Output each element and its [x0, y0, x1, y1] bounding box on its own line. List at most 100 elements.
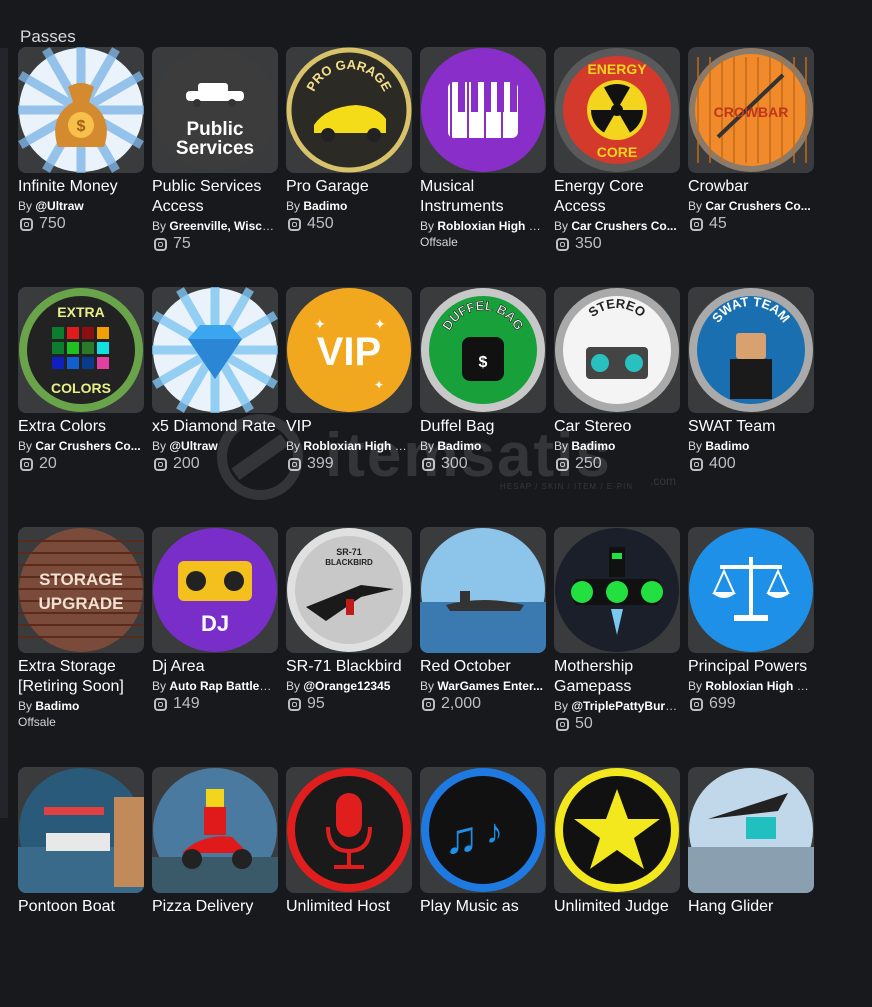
pass-thumbnail[interactable]: Public Services — [152, 47, 278, 173]
pass-creator[interactable]: Badimo — [303, 199, 347, 213]
pass-thumbnail[interactable]: CROWBAR — [688, 47, 814, 173]
pass-card[interactable]: Unlimited Judge — [554, 767, 680, 1007]
pass-card[interactable]: Musical Instruments By Robloxian High S.… — [420, 47, 546, 287]
pass-name[interactable]: Play Music as — [420, 897, 546, 917]
pass-thumbnail[interactable]: EXTRA COLORS — [18, 287, 144, 413]
pass-price: 95 — [286, 694, 412, 714]
pass-thumbnail[interactable] — [286, 767, 412, 893]
pass-creator[interactable]: Badimo — [35, 699, 79, 713]
pass-card[interactable]: EXTRA COLORS Extra Colors By Car Crusher… — [18, 287, 144, 527]
star-icon — [555, 768, 679, 892]
pass-card[interactable]: Pontoon Boat — [18, 767, 144, 1007]
pass-name[interactable]: Energy Core Access — [554, 177, 680, 217]
pass-thumbnail[interactable] — [152, 767, 278, 893]
pass-creator[interactable]: Car Crushers Co... — [571, 219, 676, 233]
pass-card[interactable]: Public Services Public Services Access B… — [152, 47, 278, 287]
pass-name[interactable]: Principal Powers — [688, 657, 814, 677]
pass-creator[interactable]: Auto Rap Battles ... — [169, 679, 278, 693]
pass-card[interactable]: $ Infinite Money By @Ultraw 750 — [18, 47, 144, 287]
pass-card[interactable]: SWAT TEAM SWAT Team By Badimo 400 — [688, 287, 814, 527]
pass-creator[interactable]: Robloxian High S... — [705, 679, 814, 693]
pass-name[interactable]: Hang Glider — [688, 897, 814, 917]
pass-name[interactable]: Extra Colors — [18, 417, 144, 437]
pass-thumbnail[interactable]: $ — [18, 47, 144, 173]
pass-name[interactable]: Dj Area — [152, 657, 278, 677]
pass-card[interactable]: Red October By WarGames Enter... 2,000 — [420, 527, 546, 767]
pass-creator[interactable]: Badimo — [705, 439, 749, 453]
pass-creator[interactable]: Badimo — [437, 439, 481, 453]
pass-card[interactable]: Pizza Delivery — [152, 767, 278, 1007]
pass-thumbnail[interactable] — [554, 527, 680, 653]
pass-creator[interactable]: Greenville, Wisco... — [169, 219, 278, 233]
pass-card[interactable]: CROWBAR Crowbar By Car Crushers Co... 45 — [688, 47, 814, 287]
pass-name[interactable]: Pro Garage — [286, 177, 412, 197]
pass-name[interactable]: Public Services Access — [152, 177, 278, 217]
pass-name[interactable]: Infinite Money — [18, 177, 144, 197]
pass-creator[interactable]: @Ultraw — [169, 439, 217, 453]
pass-creator[interactable]: Badimo — [571, 439, 615, 453]
pass-card[interactable]: VIP ✦ ✦ ✦ VIP By Robloxian High S... 399 — [286, 287, 412, 527]
pass-name[interactable]: Extra Storage [Retiring Soon] — [18, 657, 144, 697]
pass-creator[interactable]: WarGames Enter... — [437, 679, 543, 693]
pass-card[interactable]: Unlimited Host — [286, 767, 412, 1007]
pass-thumbnail[interactable] — [554, 767, 680, 893]
pass-thumbnail[interactable]: DUFFEL BAG $ — [420, 287, 546, 413]
pass-thumbnail[interactable] — [688, 527, 814, 653]
pass-name[interactable]: SWAT Team — [688, 417, 814, 437]
svg-text:CORE: CORE — [597, 144, 637, 160]
pass-creator-line: By Car Crushers Co... — [688, 198, 814, 214]
pass-creator[interactable]: Robloxian High S... — [303, 439, 412, 453]
pass-name[interactable]: SR-71 Blackbird — [286, 657, 412, 677]
pass-card[interactable]: STORAGE UPGRADE Extra Storage [Retiring … — [18, 527, 144, 767]
pass-name[interactable]: Red October — [420, 657, 546, 677]
pass-name[interactable]: VIP — [286, 417, 412, 437]
pass-thumbnail[interactable]: ENERGY CORE — [554, 47, 680, 173]
pass-card[interactable]: DUFFEL BAG $ Duffel Bag By Badimo 300 — [420, 287, 546, 527]
pass-thumbnail[interactable]: VIP ✦ ✦ ✦ — [286, 287, 412, 413]
pass-thumbnail[interactable]: ♫ ♪ — [420, 767, 546, 893]
pass-name[interactable]: Unlimited Judge — [554, 897, 680, 917]
pass-card[interactable]: Hang Glider — [688, 767, 814, 1007]
pass-thumbnail[interactable] — [18, 767, 144, 893]
pass-card[interactable]: SR-71 BLACKBIRD SR-71 Blackbird By @Oran… — [286, 527, 412, 767]
pass-thumbnail[interactable]: SWAT TEAM — [688, 287, 814, 413]
svg-text:ENERGY: ENERGY — [587, 61, 647, 77]
pass-thumbnail[interactable] — [420, 47, 546, 173]
pass-name[interactable]: Pontoon Boat — [18, 897, 144, 917]
pass-creator[interactable]: @Orange12345 — [303, 679, 390, 693]
pass-card[interactable]: Mothership Gamepass By @TriplePattyBurg.… — [554, 527, 680, 767]
pass-card[interactable]: x5 Diamond Rate By @Ultraw 200 — [152, 287, 278, 527]
pass-creator[interactable]: @Ultraw — [35, 199, 83, 213]
pass-thumbnail[interactable]: PRO GARAGE — [286, 47, 412, 173]
pass-name[interactable]: x5 Diamond Rate — [152, 417, 278, 437]
pass-thumbnail[interactable]: STEREO — [554, 287, 680, 413]
pass-thumbnail[interactable] — [152, 287, 278, 413]
pass-thumbnail[interactable] — [420, 527, 546, 653]
price-value: 450 — [307, 215, 334, 232]
pass-thumbnail[interactable]: SR-71 BLACKBIRD — [286, 527, 412, 653]
pass-thumbnail[interactable]: DJ — [152, 527, 278, 653]
pass-name[interactable]: Car Stereo — [554, 417, 680, 437]
pass-creator[interactable]: Car Crushers Co... — [705, 199, 810, 213]
pass-name[interactable]: Musical Instruments — [420, 177, 546, 217]
pass-card[interactable]: ♫ ♪ Play Music as — [420, 767, 546, 1007]
pass-name[interactable]: Mothership Gamepass — [554, 657, 680, 697]
pass-creator[interactable]: Car Crushers Co... — [35, 439, 140, 453]
pass-card[interactable]: STEREO Car Stereo By Badimo 250 — [554, 287, 680, 527]
pass-card[interactable]: ENERGY CORE Energy Core Access By Car Cr… — [554, 47, 680, 287]
pass-thumbnail[interactable]: STORAGE UPGRADE — [18, 527, 144, 653]
pass-card[interactable]: PRO GARAGE Pro Garage By Badimo 450 — [286, 47, 412, 287]
pass-creator[interactable]: @TriplePattyBurg... — [571, 699, 680, 713]
pass-creator[interactable]: Robloxian High S... — [437, 219, 546, 233]
pass-card[interactable]: Principal Powers By Robloxian High S... … — [688, 527, 814, 767]
pass-thumbnail[interactable] — [688, 767, 814, 893]
pass-name[interactable]: Pizza Delivery — [152, 897, 278, 917]
pass-card[interactable]: DJ Dj Area By Auto Rap Battles ... 149 — [152, 527, 278, 767]
pass-name[interactable]: Crowbar — [688, 177, 814, 197]
left-scroll-rail — [0, 48, 8, 818]
pass-creator-line: By Robloxian High S... — [688, 678, 814, 694]
pass-name[interactable]: Unlimited Host — [286, 897, 412, 917]
svg-text:CROWBAR: CROWBAR — [714, 104, 789, 120]
dj-boombox-icon: DJ — [153, 528, 277, 652]
pass-name[interactable]: Duffel Bag — [420, 417, 546, 437]
